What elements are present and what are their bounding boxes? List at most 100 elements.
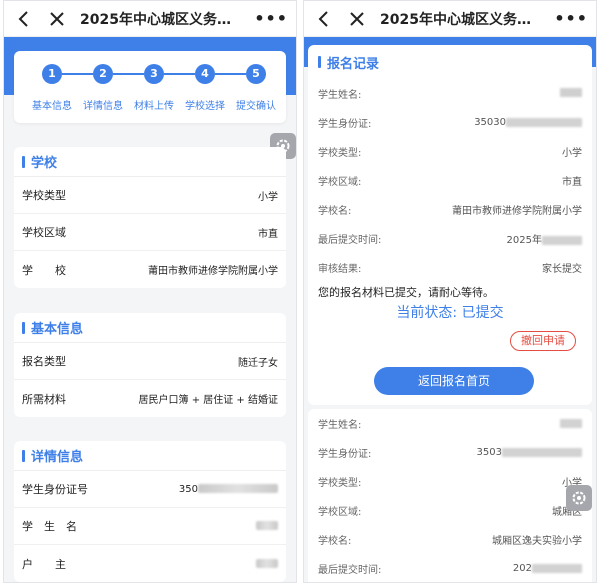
row-value: 随迁子女 — [238, 357, 278, 369]
step-connector — [113, 73, 144, 75]
row-value — [560, 87, 582, 100]
top-nav-bar: 2025年中心城区义务… ••• — [4, 1, 296, 37]
record-row: 最后提交时间: 2025年 — [308, 224, 592, 253]
section-accent-bar — [22, 449, 25, 462]
id-prefix: 35030 — [474, 117, 506, 128]
id-prefix: 3503 — [476, 447, 502, 458]
row-label: 最后提交时间: — [318, 565, 382, 576]
row-value: 城厢区逸夫实验小学 — [492, 536, 582, 547]
record-row: 学校类型: 小学 — [308, 467, 592, 496]
row-label: 学 生 名 — [22, 520, 77, 533]
row-value: 350 — [179, 484, 278, 495]
close-icon[interactable] — [46, 8, 68, 30]
step-5-label: 提交确认 — [236, 101, 276, 112]
current-status: 当前状态: 已提交 — [396, 305, 504, 321]
date-prefix: 202 — [512, 563, 532, 574]
school-type-row: 学校类型 小学 — [14, 177, 286, 214]
row-value: 小学 — [562, 148, 582, 159]
withdraw-application-button[interactable]: 撤回申请 — [510, 331, 576, 351]
step-connector — [62, 73, 93, 75]
section-title: 学校 — [31, 156, 58, 171]
redacted-value — [542, 235, 582, 245]
apply-type-row: 报名类型 随迁子女 — [14, 343, 286, 380]
more-menu-icon[interactable]: ••• — [254, 9, 288, 28]
record-row: 学生身份证: 35030 — [308, 108, 592, 137]
row-value: 小学 — [258, 191, 278, 203]
row-value: 莆田市教师进修学院附属小学 — [148, 266, 278, 277]
redacted-value — [256, 521, 278, 530]
record-row: 审核结果: 家长提交 — [308, 253, 592, 282]
record-row: 学生姓名: — [308, 409, 592, 438]
row-label: 报名类型 — [22, 355, 66, 368]
section-title: 报名记录 — [327, 56, 380, 72]
redacted-value — [560, 418, 582, 428]
row-label: 学生身份证: — [318, 449, 372, 460]
more-menu-icon[interactable]: ••• — [554, 9, 588, 28]
row-value: 3503 — [477, 447, 582, 458]
section-accent-bar — [22, 155, 25, 168]
gear-icon[interactable] — [566, 485, 592, 511]
row-value — [256, 521, 278, 532]
redacted-value — [506, 117, 582, 127]
return-to-home-button[interactable]: 返回报名首页 — [374, 367, 534, 395]
school-name-row: 学 校 莆田市教师进修学院附属小学 — [14, 251, 286, 288]
step-4-number: 4 — [195, 64, 215, 84]
row-label: 所需材料 — [22, 392, 66, 406]
row-label: 学校名: — [318, 206, 352, 217]
row-label: 学校区域 — [22, 226, 66, 239]
school-section: 学校 学校类型 小学 学校区域 市直 学 校 莆田市教师进修学院附属小学 — [14, 147, 286, 288]
row-value: 2025年 — [507, 231, 582, 246]
right-screen: 2025年中心城区义务… ••• 报名记录 学生姓名: 学生身份证: 35030… — [303, 0, 597, 583]
back-chevron-icon[interactable] — [312, 8, 334, 30]
redacted-value — [198, 484, 278, 493]
redacted-value — [560, 87, 582, 97]
student-name-row: 学 生 名 — [14, 508, 286, 545]
section-header: 详情信息 — [14, 441, 286, 471]
record-row: 学校名: 莆田市教师进修学院附属小学 — [308, 195, 592, 224]
section-accent-bar — [22, 321, 25, 334]
detail-info-section: 详情信息 学生身份证号 350 学 生 名 户 主 — [14, 441, 286, 582]
householder-row: 户 主 — [14, 545, 286, 582]
page-title: 2025年中心城区义务… — [80, 11, 231, 28]
left-screen: 2025年中心城区义务… ••• 1 2 3 4 5 基本信息 详情信息 材料上… — [3, 0, 297, 583]
section-header: 报名记录 — [308, 45, 592, 79]
row-label: 学校区域: — [318, 177, 362, 188]
step-2-number: 2 — [93, 64, 113, 84]
top-nav-bar: 2025年中心城区义务… ••• — [304, 1, 596, 37]
application-record-card-2: 学生姓名: 学生身份证: 3503 学校类型: 小学 学校区域: 城厢区 学校名… — [308, 409, 592, 582]
row-label: 学生姓名: — [318, 420, 362, 431]
redacted-value — [256, 558, 278, 568]
row-value: 市直 — [258, 228, 278, 240]
submit-notice: 您的报名材料已提交，请耐心等待。 — [318, 286, 494, 299]
record-row: 学生姓名: — [308, 79, 592, 108]
page-title: 2025年中心城区义务… — [380, 11, 531, 28]
step-5-number: 5 — [246, 64, 266, 84]
step-connector — [164, 73, 195, 75]
step-1-number: 1 — [42, 64, 62, 84]
step-3-number: 3 — [144, 64, 164, 84]
row-label: 学校名: — [318, 536, 352, 547]
row-value: 家长提交 — [542, 264, 582, 275]
record-row: 学校区域: 城厢区 — [308, 496, 592, 525]
step-2-label: 详情信息 — [83, 101, 123, 112]
row-label: 学校类型 — [22, 189, 66, 202]
record-row: 学校名: 城厢区逸夫实验小学 — [308, 525, 592, 554]
row-label: 学生身份证号 — [22, 483, 88, 496]
back-chevron-icon[interactable] — [12, 8, 34, 30]
redacted-value — [532, 563, 582, 573]
materials-row: 所需材料 居民户口簿 + 居住证 + 结婚证 — [14, 380, 286, 417]
basic-info-section: 基本信息 报名类型 随迁子女 所需材料 居民户口簿 + 居住证 + 结婚证 — [14, 313, 286, 417]
application-record-card: 报名记录 学生姓名: 学生身份证: 35030 学校类型: 小学 学校区域: 市… — [308, 45, 592, 405]
row-label: 学 校 — [22, 263, 66, 277]
section-header: 学校 — [14, 147, 286, 177]
row-value: 市直 — [562, 177, 582, 188]
close-icon[interactable] — [346, 8, 368, 30]
row-value — [560, 418, 582, 429]
record-row: 最后提交时间: 202 — [308, 554, 592, 582]
row-label: 最后提交时间: — [318, 235, 382, 246]
row-value: 35030 — [474, 117, 582, 128]
step-1-label: 基本信息 — [32, 101, 72, 112]
record-row: 学生身份证: 3503 — [308, 438, 592, 467]
row-value: 莆田市教师进修学院附属小学 — [452, 206, 582, 217]
date-prefix: 2025年 — [506, 235, 542, 246]
